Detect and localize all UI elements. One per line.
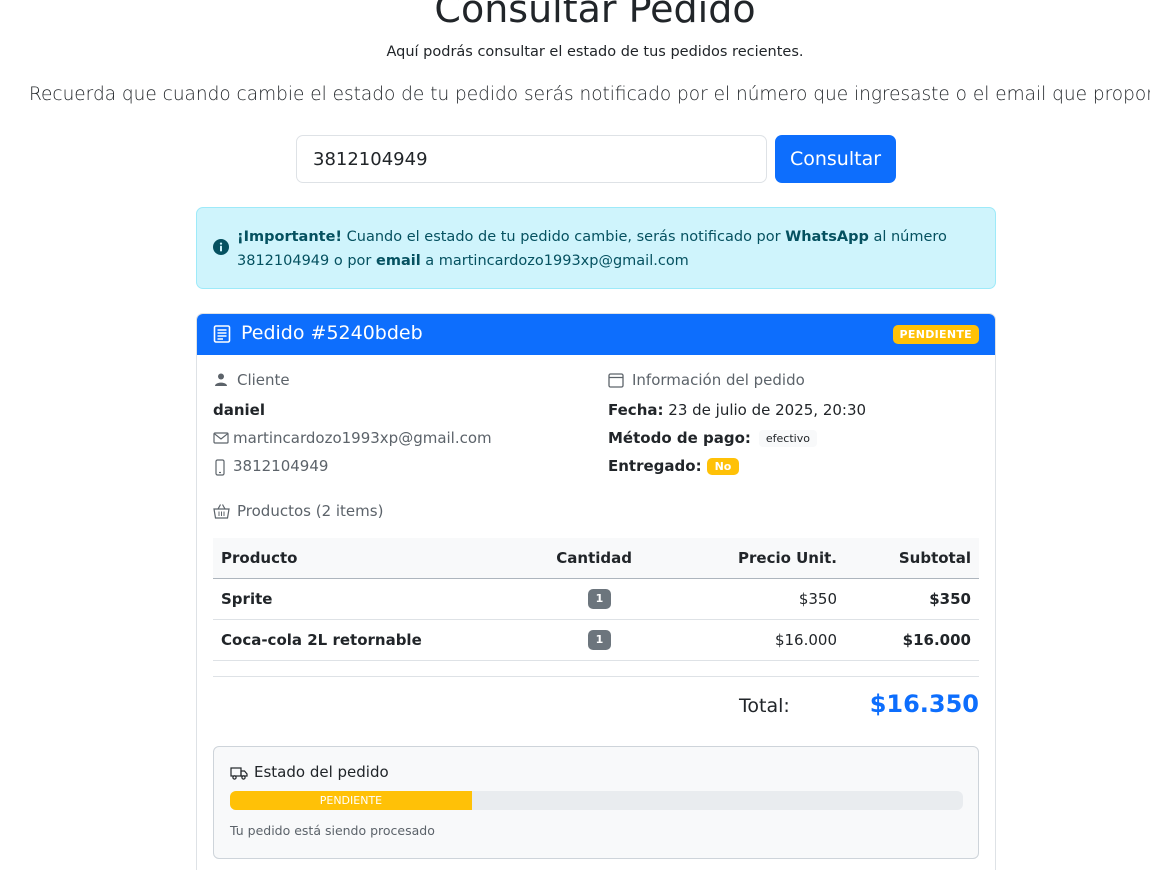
envelope-icon (213, 432, 229, 444)
order-date: Fecha: 23 de julio de 2025, 20:30 (608, 401, 866, 419)
customer-name: daniel (213, 401, 265, 419)
order-date-label: Fecha: (608, 401, 664, 419)
order-search-input[interactable] (296, 135, 767, 183)
basket-icon (213, 504, 230, 519)
payment-method-label: Método de pago: (608, 429, 751, 447)
order-progress-bar: PENDIENTE (230, 791, 963, 810)
truck-icon (230, 767, 248, 780)
alert-strong: ¡Importante! (237, 229, 343, 245)
status-badge: PENDIENTE (892, 325, 979, 344)
page-title: Consultar Pedido (434, 0, 756, 31)
alert-text-1: Cuando el estado de tu pedido cambie, se… (342, 229, 786, 245)
product-name: Coca-cola 2L retornable (213, 619, 513, 661)
table-row: Coca-cola 2L retornable 1 $16.000 $16.00… (213, 619, 979, 661)
alert-text: ¡Importante! Cuando el estado de tu pedi… (237, 225, 977, 273)
important-alert: ¡Importante! Cuando el estado de tu pedi… (196, 207, 996, 289)
person-icon (215, 373, 227, 386)
unit-price: $16.000 (640, 619, 845, 661)
page-subtitle: Aquí podrás consultar el estado de tus p… (386, 44, 804, 60)
calendar-icon (608, 373, 624, 388)
quantity-badge: 1 (588, 589, 611, 609)
quantity-badge: 1 (588, 630, 611, 650)
subtotal: $16.000 (845, 619, 979, 661)
status-box-title: Estado del pedido (254, 763, 389, 781)
total-divider (213, 676, 979, 677)
order-date-value: 23 de julio de 2025, 20:30 (663, 401, 867, 419)
alert-channel-email: email (376, 253, 421, 269)
column-header: Cantidad (513, 538, 640, 579)
receipt-icon (213, 325, 231, 343)
info-circle-icon (213, 239, 229, 255)
product-name: Sprite (213, 578, 513, 620)
subtotal: $350 (845, 578, 979, 620)
payment-method-badge: efectivo (758, 430, 817, 447)
notification-note: Recuerda que cuando cambie el estado de … (29, 84, 1150, 105)
products-table: Producto Cantidad Precio Unit. Subtotal … (213, 538, 979, 661)
phone-icon (215, 459, 225, 476)
order-progress-fill: PENDIENTE (230, 791, 472, 810)
delivered-status: Entregado: No (608, 457, 740, 475)
order-title: Pedido #5240bdeb (241, 322, 423, 344)
order-card: Pedido #5240bdeb PENDIENTE Cliente danie… (196, 313, 996, 870)
alert-channel-whatsapp: WhatsApp (785, 229, 869, 245)
column-header: Precio Unit. (640, 538, 845, 579)
order-status-box: Estado del pedido PENDIENTE Tu pedido es… (213, 746, 979, 859)
total-value: $16.350 (869, 690, 979, 718)
status-message: Tu pedido está siendo procesado (230, 823, 435, 838)
table-header-row: Producto Cantidad Precio Unit. Subtotal (213, 538, 979, 579)
consult-button[interactable]: Consultar (775, 135, 896, 183)
column-header: Producto (213, 538, 513, 579)
delivered-badge: No (706, 458, 740, 475)
total-label: Total: (739, 695, 790, 717)
order-card-header: Pedido #5240bdeb PENDIENTE (197, 314, 995, 355)
delivered-label: Entregado: (608, 457, 702, 475)
payment-method: Método de pago: efectivo (608, 429, 817, 447)
unit-price: $350 (640, 578, 845, 620)
alert-text-3: a martincardozo1993xp@gmail.com (420, 253, 689, 269)
table-row: Sprite 1 $350 $350 (213, 578, 979, 620)
column-header: Subtotal (845, 538, 979, 579)
